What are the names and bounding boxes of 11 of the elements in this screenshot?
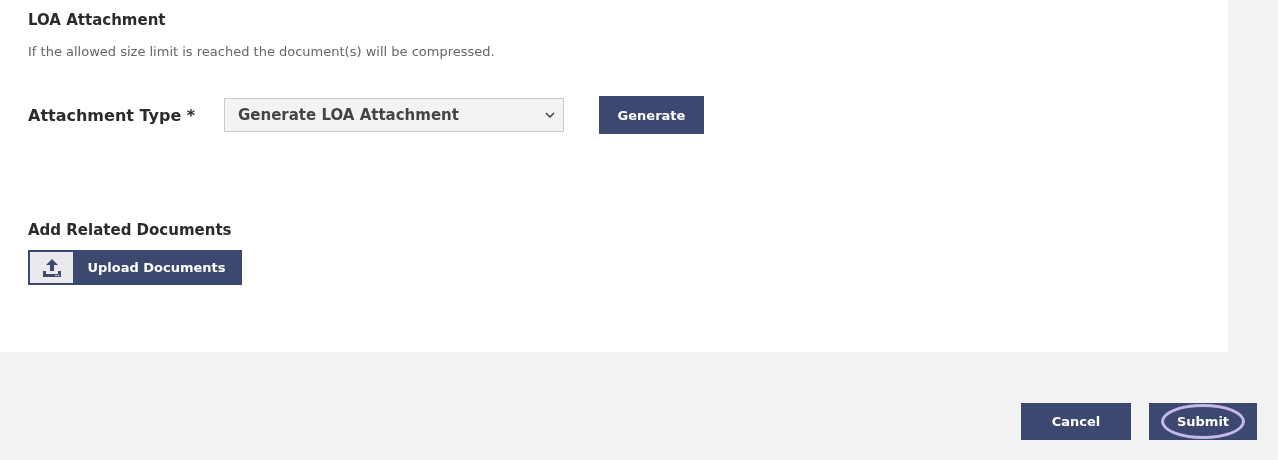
section-title: LOA Attachment bbox=[28, 11, 167, 29]
upload-icon bbox=[40, 256, 63, 279]
action-button[interactable]: Cancel bbox=[1021, 403, 1131, 440]
action-button[interactable]: Submit bbox=[1149, 403, 1257, 440]
attachment-type-dropdown[interactable]: Generate LOA Attachment bbox=[224, 98, 564, 132]
caret-icon bbox=[545, 112, 555, 118]
info-text: If the allowed size limit is reached the document(s) will be compressed. bbox=[28, 44, 496, 59]
section-title: Add Related Documents bbox=[28, 221, 233, 239]
generate-button[interactable]: Generate bbox=[599, 96, 704, 134]
upload-documents-button[interactable]: Upload Documents bbox=[28, 250, 242, 285]
field-label: Attachment Type * bbox=[28, 105, 197, 125]
